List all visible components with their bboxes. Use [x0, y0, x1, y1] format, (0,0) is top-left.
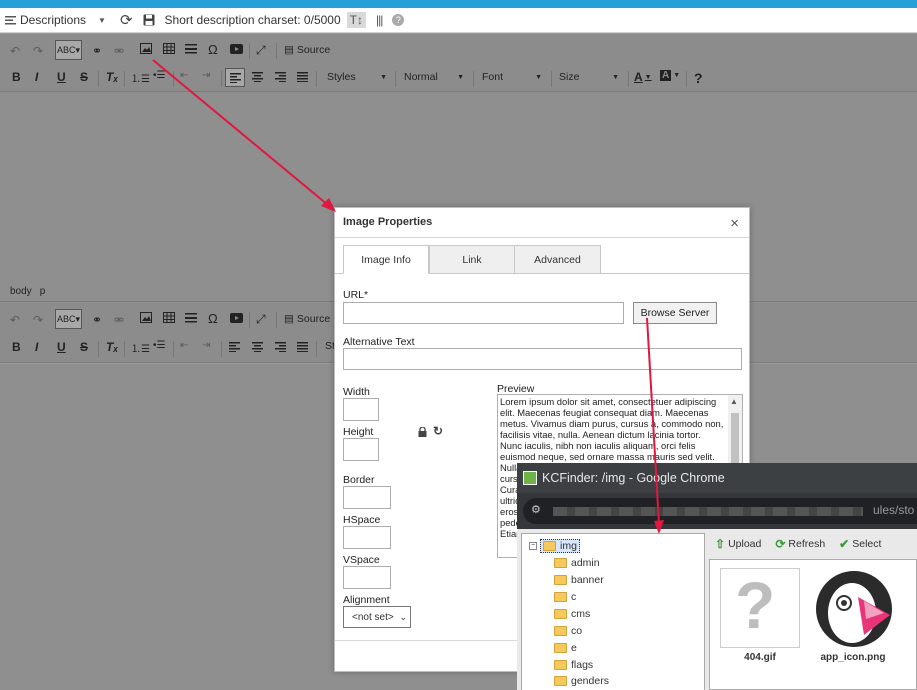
annotation-arrow-1: [152, 59, 329, 206]
arrowhead-icon: [654, 520, 664, 534]
annotation-arrow-2: [646, 317, 660, 525]
annotation-overlay: [152, 59, 664, 534]
